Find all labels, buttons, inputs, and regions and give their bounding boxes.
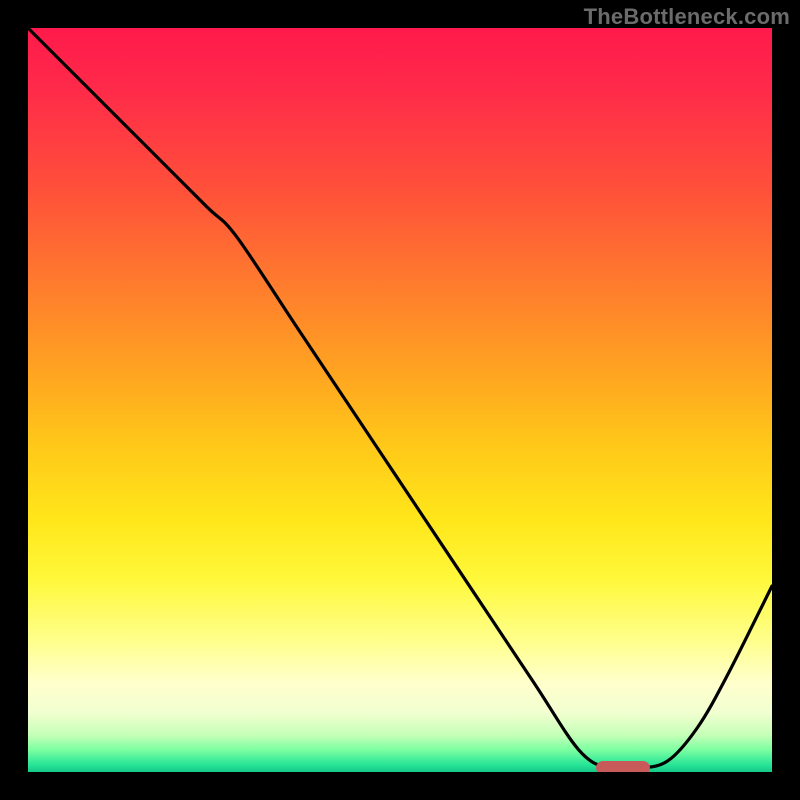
watermark-text: TheBottleneck.com [584, 4, 790, 30]
chart-frame: TheBottleneck.com [0, 0, 800, 800]
bottleneck-curve [28, 28, 772, 772]
plot-area [28, 28, 772, 772]
optimal-marker [596, 761, 650, 772]
